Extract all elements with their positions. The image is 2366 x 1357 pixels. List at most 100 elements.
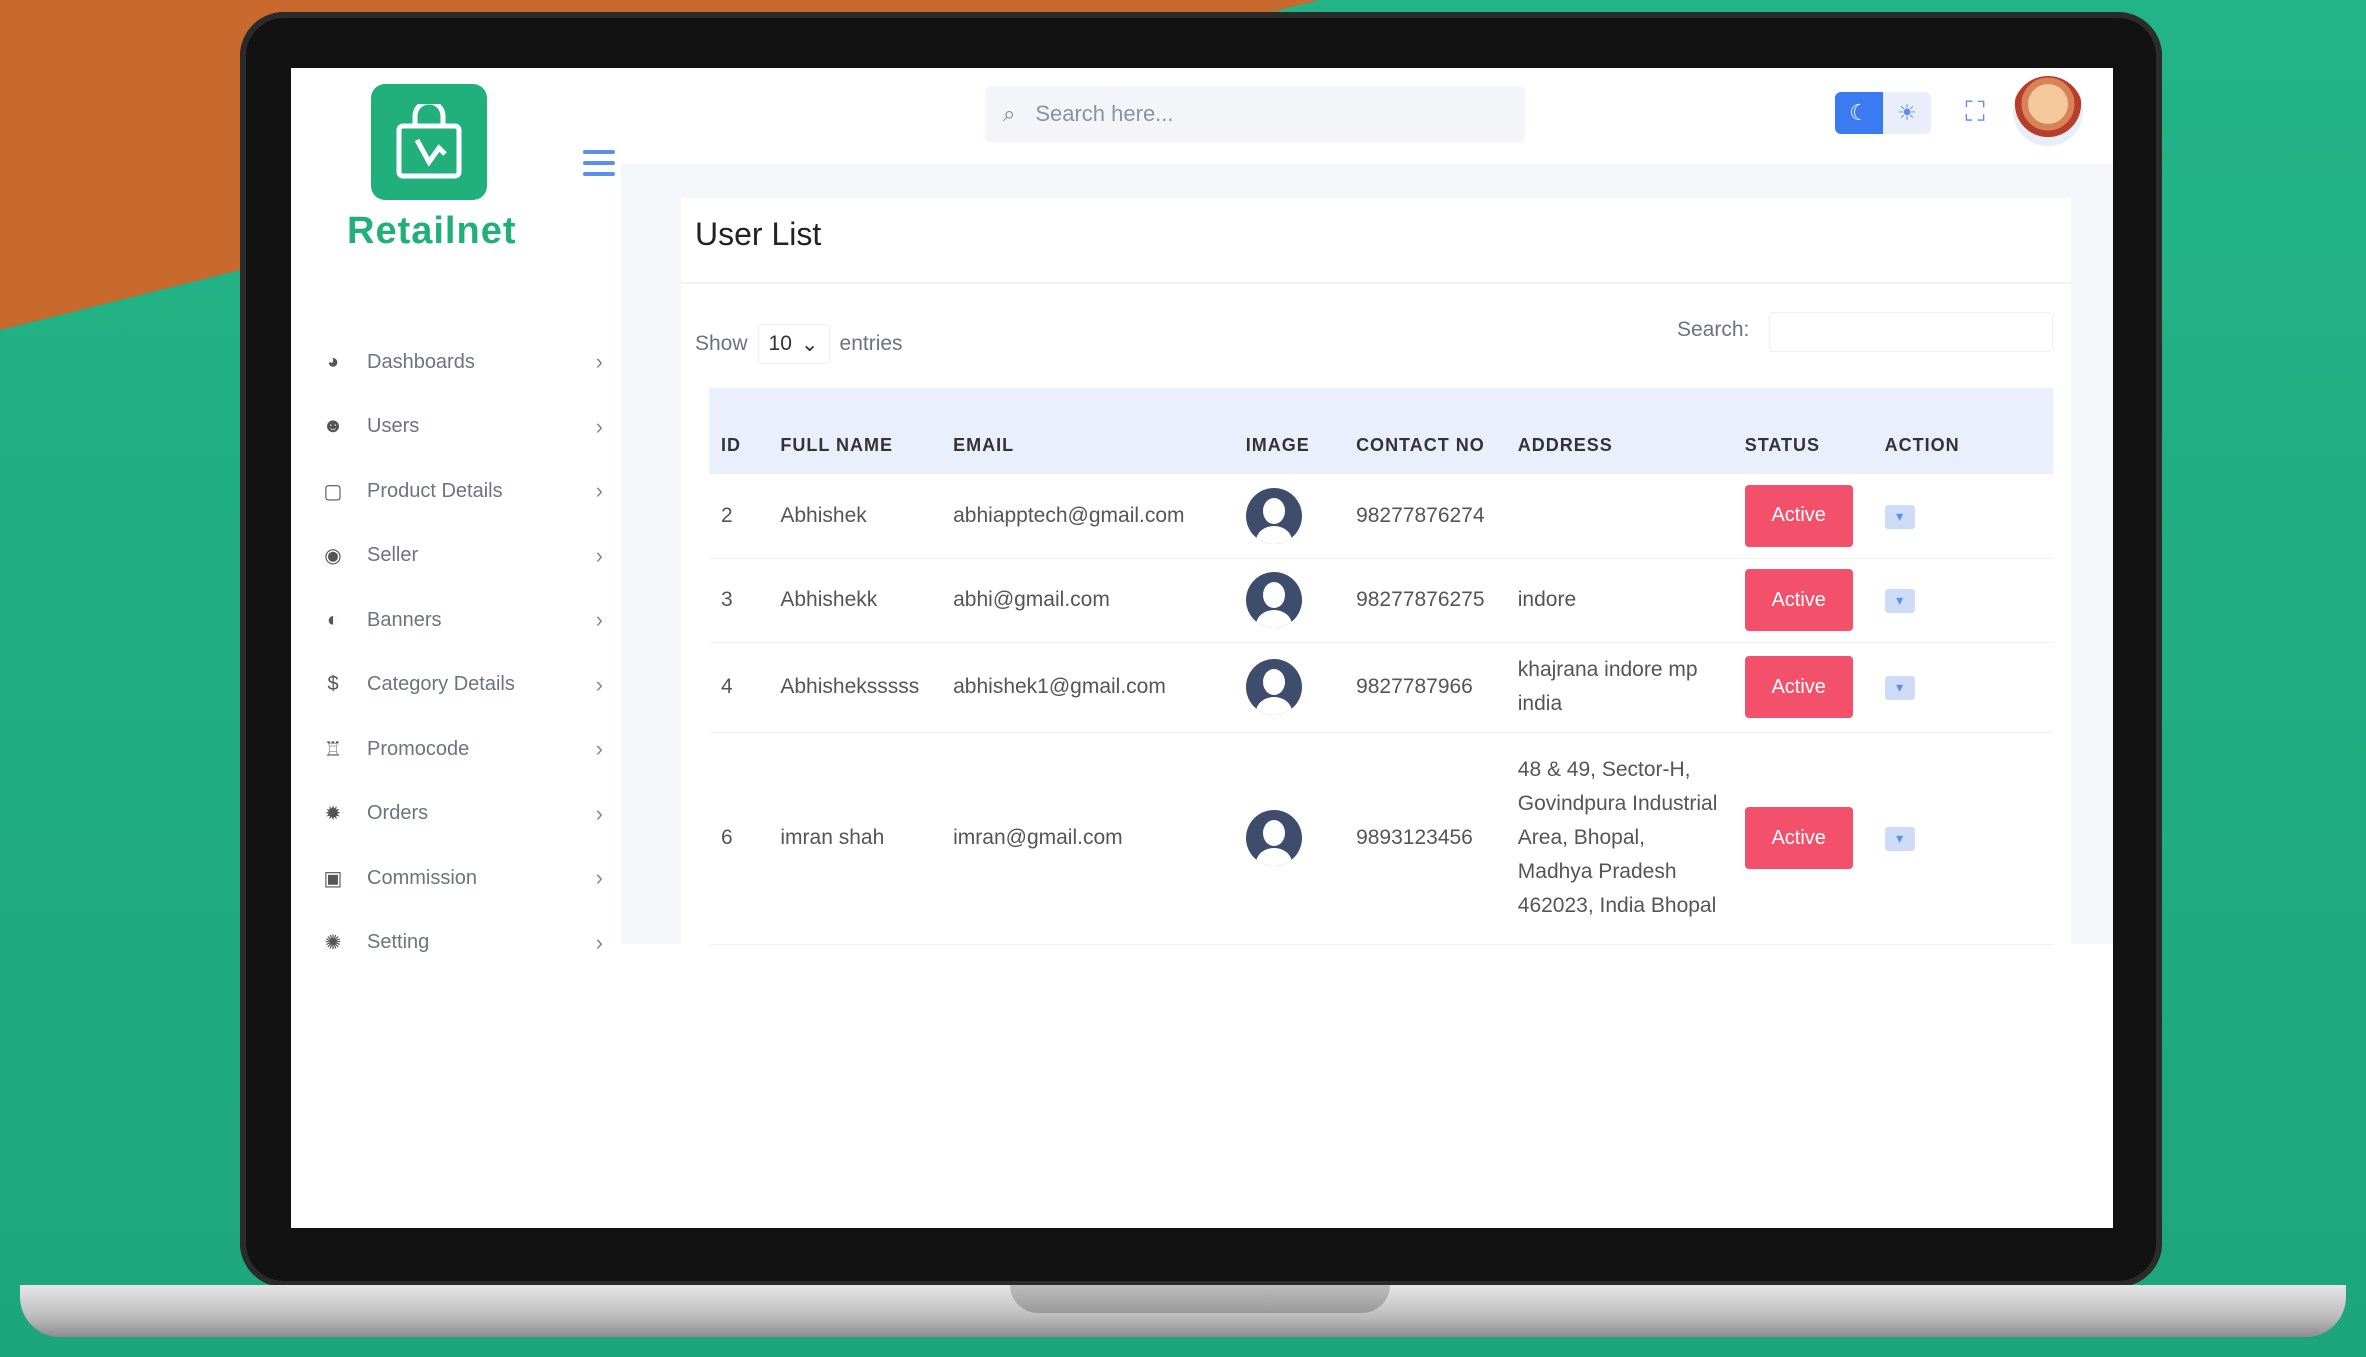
logo[interactable]	[371, 84, 487, 200]
action-dropdown-icon[interactable]: ▾	[1884, 504, 1915, 529]
cell-name: Abhishek	[768, 474, 942, 559]
table-row: 6 imran shah imran@gmail.com 9893123456 …	[709, 732, 2053, 945]
sidebar-item-label: Promocode	[367, 737, 470, 760]
cell-id: 4	[709, 642, 769, 733]
orders-icon: ✹	[324, 803, 342, 826]
banner-icon: ◐	[326, 608, 340, 631]
column-header-action[interactable]: ACTION	[1873, 388, 2053, 474]
table-search-input[interactable]	[1769, 312, 2053, 352]
page-title: User List	[695, 216, 822, 252]
status-button[interactable]: Active	[1744, 807, 1853, 869]
cell-email: imran@gmail.com	[941, 732, 1234, 945]
cell-contact: 9893123456	[1344, 732, 1506, 945]
column-header-address[interactable]: ADDRESS	[1506, 388, 1733, 474]
sidebar-item-dashboards[interactable]: ◕ Dashboards ›	[321, 330, 611, 395]
sidebar-item-category-details[interactable]: $ Category Details ›	[321, 653, 611, 718]
chevron-right-icon: ›	[595, 542, 603, 568]
cell-status: Active	[1732, 558, 1873, 643]
status-button[interactable]: Active	[1744, 656, 1853, 718]
sidebar-item-label: Users	[367, 415, 420, 438]
search-icon: ⌕	[1003, 101, 1016, 126]
sidebar-item-label: Category Details	[367, 673, 515, 696]
cell-image	[1233, 474, 1345, 559]
column-header-contact-no[interactable]: CONTACT NO	[1344, 388, 1506, 474]
header-search-input[interactable]	[1033, 100, 1478, 128]
table-header-row: ID FULL NAME EMAIL IMAGE CONTACT NO ADDR…	[709, 388, 2053, 474]
category-icon: $	[327, 673, 339, 696]
sidebar-item-banners[interactable]: ◐ Banners ›	[321, 588, 611, 653]
sidebar-item-label: Product Details	[367, 479, 503, 502]
status-button[interactable]: Active	[1744, 484, 1853, 547]
sidebar-item-label: Seller	[367, 544, 419, 567]
action-dropdown-icon[interactable]: ▾	[1884, 826, 1915, 851]
column-header-id[interactable]: ID	[709, 388, 768, 474]
status-button[interactable]: Active	[1744, 569, 1853, 631]
cell-address: 48 & 49, Sector-H, Govindpura Industrial…	[1505, 732, 1733, 945]
sidebar-item-users[interactable]: ☻ Users ›	[321, 395, 611, 460]
screen: Retailnet ◕ Dashboards › ☻ Users › ▢ Pro…	[291, 68, 2113, 1228]
cell-action: ▾	[1872, 474, 2053, 559]
cell-id: 6	[709, 732, 769, 945]
cell-image	[1233, 558, 1345, 643]
shopping-bag-icon	[396, 104, 462, 179]
user-avatar-icon	[1245, 487, 1302, 544]
user-avatar-icon	[1245, 572, 1302, 628]
table-row: 3 Abhishekk abhi@gmail.com 98277876275 i…	[709, 558, 2053, 643]
cell-address	[1505, 474, 1733, 559]
product-icon: ▢	[323, 480, 343, 503]
setting-icon: ✺	[324, 932, 342, 955]
cell-action: ▾	[1872, 642, 2053, 733]
cell-email: abhi@gmail.com	[941, 558, 1234, 643]
cell-status: Active	[1732, 642, 1873, 733]
sidebar-item-commission[interactable]: ▣ Commission ›	[321, 846, 611, 911]
dashboard-icon: ◕	[326, 350, 340, 373]
sidebar-item-label: Setting	[367, 931, 430, 954]
sidebar-item-setting[interactable]: ✺ Setting ›	[321, 911, 611, 976]
column-header-status[interactable]: STATUS	[1733, 388, 1873, 474]
cell-name: Abhishekk	[768, 558, 942, 643]
cell-action: ▾	[1872, 558, 2053, 643]
menu-toggle-icon[interactable]	[583, 150, 615, 183]
entries-select[interactable]: 10 ⌄	[757, 324, 830, 364]
cell-action: ▾	[1872, 732, 2053, 945]
column-header-email[interactable]: EMAIL	[941, 388, 1234, 474]
chevron-down-icon: ⌄	[800, 332, 819, 356]
divider	[681, 282, 2071, 284]
sun-icon[interactable]: ☀	[1883, 92, 1931, 134]
cell-address: indore	[1505, 558, 1733, 643]
fullscreen-icon[interactable]: ⛶	[1957, 94, 1993, 130]
column-header-full-name[interactable]: FULL NAME	[768, 388, 941, 474]
commission-icon: ▣	[323, 867, 343, 890]
show-label: Show	[695, 332, 748, 355]
action-dropdown-icon[interactable]: ▾	[1884, 588, 1915, 613]
chevron-right-icon: ›	[595, 671, 603, 697]
chevron-right-icon: ›	[595, 865, 603, 891]
cell-id: 3	[709, 558, 769, 643]
sidebar-item-promocode[interactable]: ♖ Promocode ›	[321, 717, 611, 782]
cell-contact: 9827787966	[1344, 642, 1506, 733]
cell-contact: 98277876274	[1344, 474, 1506, 559]
sidebar-item-orders[interactable]: ✹ Orders ›	[321, 782, 611, 847]
chevron-right-icon: ›	[595, 607, 603, 633]
table-search-label: Search:	[1677, 318, 1750, 341]
entries-control: Show 10 ⌄ entries	[695, 324, 903, 364]
sidebar-item-label: Dashboards	[367, 350, 475, 373]
sidebar-item-label: Orders	[367, 802, 429, 825]
action-dropdown-icon[interactable]: ▾	[1884, 675, 1915, 700]
user-avatar-icon	[1245, 810, 1302, 866]
sidebar-item-product-details[interactable]: ▢ Product Details ›	[321, 459, 611, 524]
cell-status: Active	[1732, 732, 1873, 945]
sidebar-item-seller[interactable]: ◉ Seller ›	[321, 524, 611, 589]
user-avatar-icon	[1245, 659, 1302, 715]
moon-icon[interactable]: ☾	[1835, 92, 1883, 134]
sidebar-item-label: Banners	[367, 608, 442, 631]
user-table: ID FULL NAME EMAIL IMAGE CONTACT NO ADDR…	[709, 388, 2053, 945]
chevron-right-icon: ›	[595, 800, 603, 826]
cell-contact: 98277876275	[1344, 558, 1506, 643]
cell-status: Active	[1732, 474, 1873, 559]
entries-value: 10	[768, 332, 792, 355]
seller-icon: ◉	[324, 545, 342, 568]
theme-toggle[interactable]: ☾ ☀	[1835, 92, 1931, 134]
avatar[interactable]	[2013, 76, 2083, 146]
column-header-image[interactable]: IMAGE	[1234, 388, 1344, 474]
